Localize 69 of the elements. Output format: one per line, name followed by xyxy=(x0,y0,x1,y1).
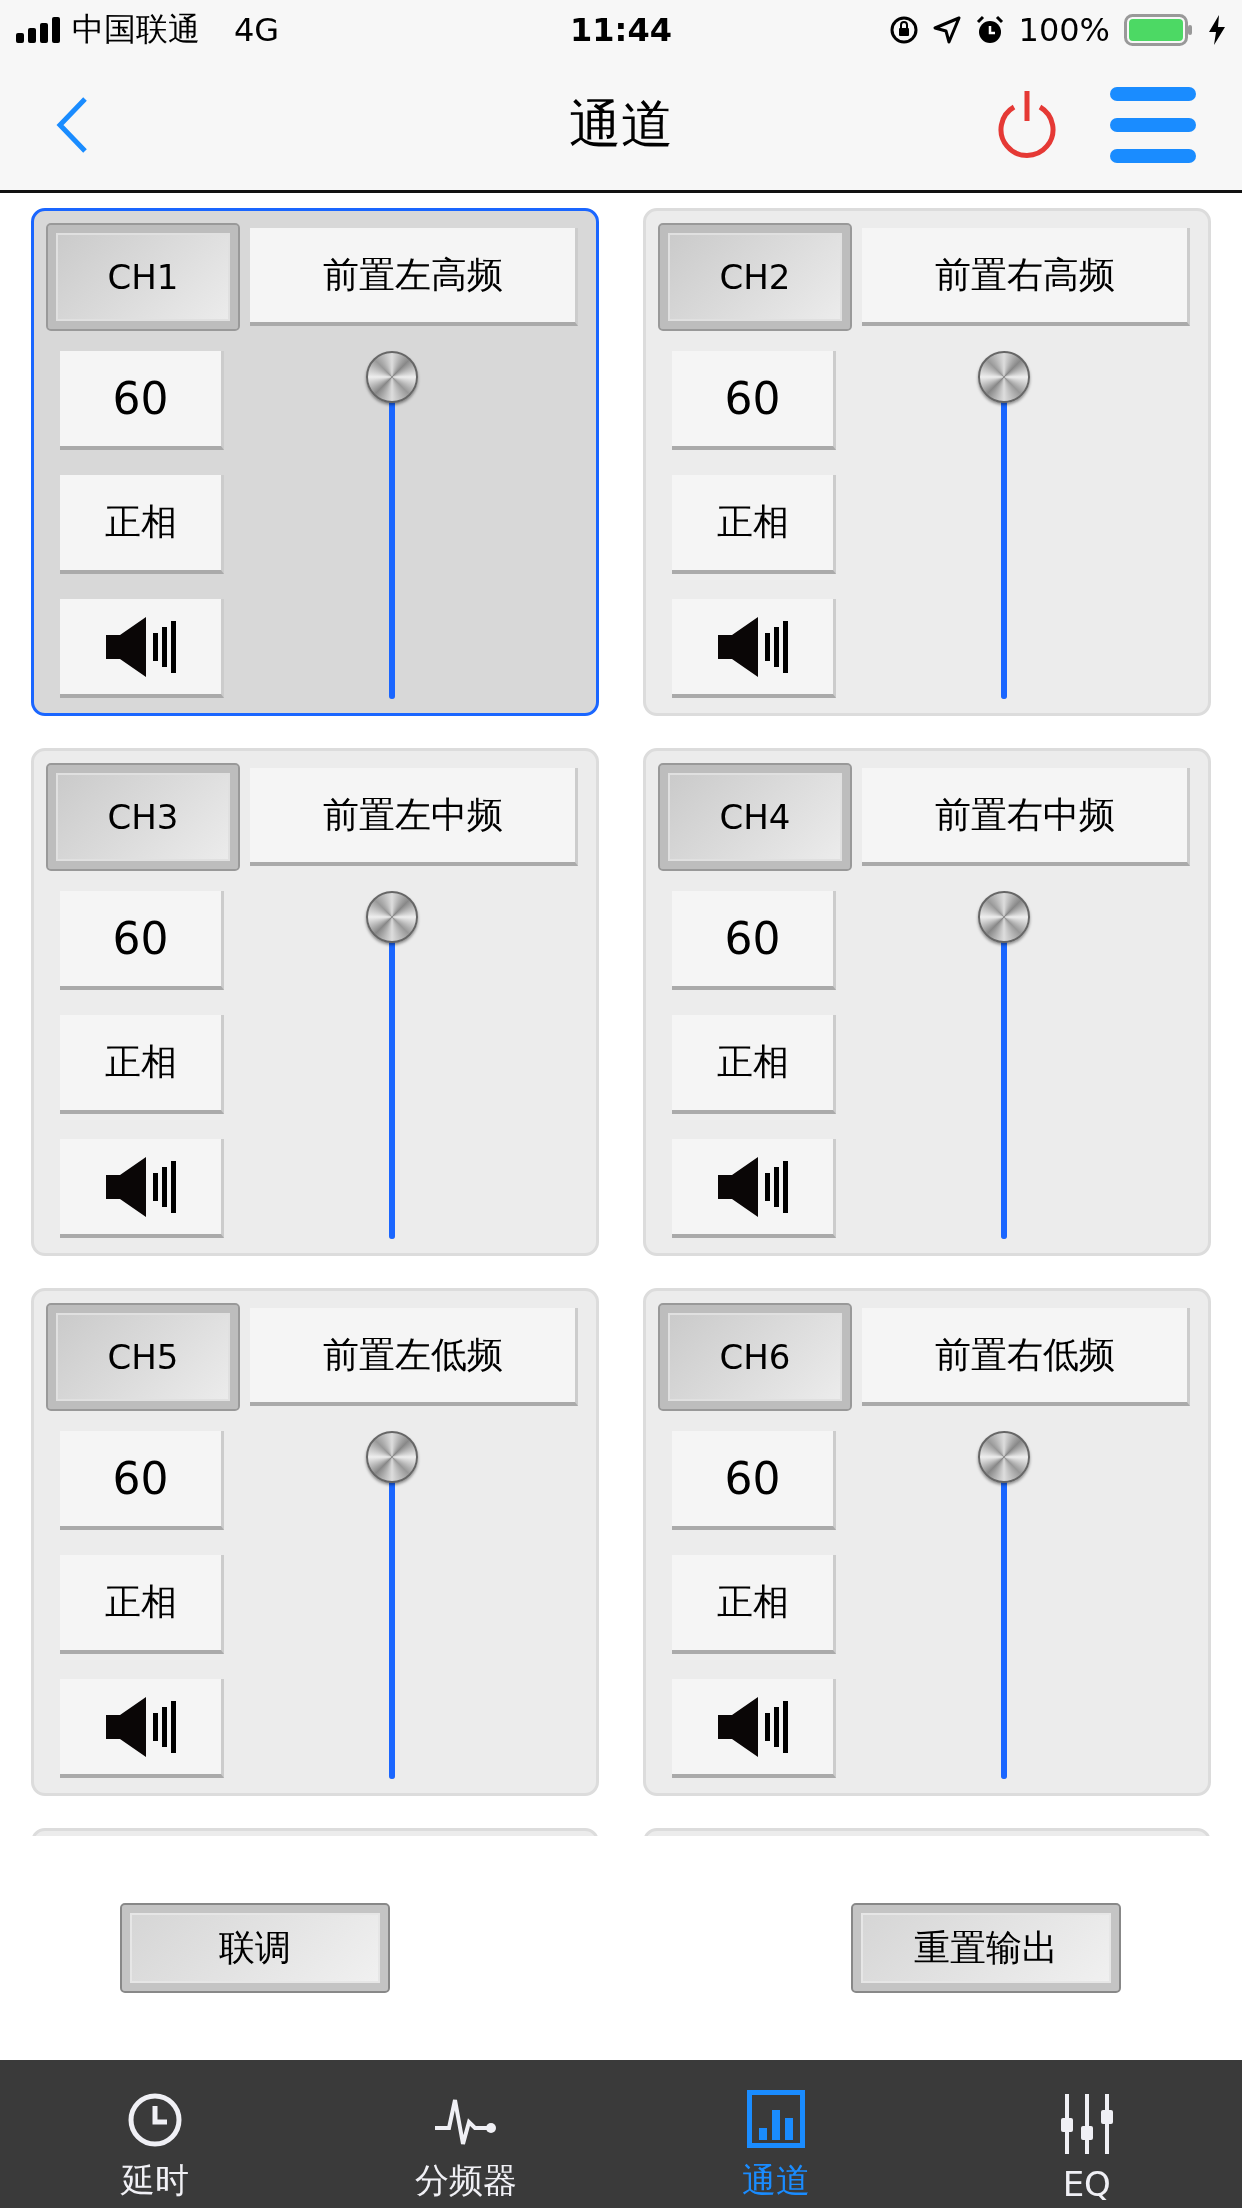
channel-card[interactable]: CH3 前置左中频 60 正相 xyxy=(31,748,599,1256)
channel-card[interactable]: CH6 前置右低频 60 正相 xyxy=(643,1288,1211,1796)
channel-button[interactable]: CH1 xyxy=(46,223,240,331)
location-icon xyxy=(932,16,961,44)
slider-thumb[interactable] xyxy=(978,891,1030,943)
tab-item[interactable]: EQ xyxy=(931,2060,1242,2208)
menu-icon[interactable] xyxy=(1110,87,1196,163)
speaker-icon xyxy=(105,1696,176,1757)
battery-icon xyxy=(1124,14,1194,46)
channel-name-button[interactable]: 前置右中频 xyxy=(862,768,1190,866)
channel-name-button[interactable]: 前置左高频 xyxy=(250,228,578,326)
carrier-name: 中国联通 xyxy=(72,9,200,50)
mute-button[interactable] xyxy=(672,1139,836,1238)
channel-name-button[interactable]: 前置左低频 xyxy=(250,1308,578,1406)
slider-thumb[interactable] xyxy=(978,1431,1030,1483)
speaker-icon xyxy=(717,1696,788,1757)
back-icon[interactable] xyxy=(55,96,89,154)
channel-card[interactable]: CH1 前置左高频 60 正相 xyxy=(31,208,599,716)
channel-name-button[interactable]: 前置右低频 xyxy=(862,1308,1190,1406)
mute-button[interactable] xyxy=(672,599,836,698)
phase-button[interactable]: 正相 xyxy=(60,1015,224,1114)
slider-thumb[interactable] xyxy=(366,891,418,943)
value-button[interactable]: 60 xyxy=(672,351,836,450)
network-type: 4G xyxy=(234,11,280,49)
tab-item[interactable]: 分频器 xyxy=(310,2060,621,2208)
value-button[interactable]: 60 xyxy=(60,1431,224,1530)
slider-thumb[interactable] xyxy=(978,351,1030,403)
channel-button[interactable]: CH6 xyxy=(658,1303,852,1411)
rotation-lock-icon xyxy=(888,15,919,45)
signal-icon xyxy=(16,17,62,43)
alarm-icon xyxy=(974,15,1005,45)
speaker-icon xyxy=(105,616,176,677)
channel-card[interactable]: CH4 前置右中频 60 正相 xyxy=(643,748,1211,1256)
mute-button[interactable] xyxy=(60,1139,224,1238)
equalizer-icon xyxy=(1059,2094,1114,2154)
speaker-icon xyxy=(717,1156,788,1217)
phase-button[interactable]: 正相 xyxy=(672,475,836,574)
channel-button[interactable]: CH5 xyxy=(46,1303,240,1411)
channel-button[interactable]: CH3 xyxy=(46,763,240,871)
action-button[interactable]: 联调 xyxy=(120,1903,390,1993)
phase-button[interactable]: 正相 xyxy=(672,1015,836,1114)
channel-button[interactable]: CH2 xyxy=(658,223,852,331)
mute-button[interactable] xyxy=(672,1679,836,1778)
channel-name-button[interactable]: 前置左中频 xyxy=(250,768,578,866)
mute-button[interactable] xyxy=(60,1679,224,1778)
channel-name-button[interactable]: 前置右高频 xyxy=(862,228,1190,326)
phase-button[interactable]: 正相 xyxy=(672,1555,836,1654)
channel-button[interactable]: CH4 xyxy=(658,763,852,871)
slider-thumb[interactable] xyxy=(366,351,418,403)
value-button[interactable]: 60 xyxy=(60,891,224,990)
charging-icon xyxy=(1208,15,1226,45)
clock-icon xyxy=(127,2092,184,2148)
value-button[interactable]: 60 xyxy=(672,891,836,990)
phase-button[interactable]: 正相 xyxy=(60,475,224,574)
bar-chart-icon xyxy=(747,2090,806,2148)
battery-percent: 100% xyxy=(1018,11,1110,49)
channel-card[interactable]: CH2 前置右高频 60 正相 xyxy=(643,208,1211,716)
channel-card[interactable]: CH5 前置左低频 60 正相 xyxy=(31,1288,599,1796)
phase-button[interactable]: 正相 xyxy=(60,1555,224,1654)
value-button[interactable]: 60 xyxy=(60,351,224,450)
status-time: 11:44 xyxy=(570,11,672,49)
speaker-icon xyxy=(717,616,788,677)
mute-button[interactable] xyxy=(60,599,224,698)
action-button[interactable]: 重置输出 xyxy=(851,1903,1121,1993)
slider-thumb[interactable] xyxy=(366,1431,418,1483)
tab-item[interactable]: 延时 xyxy=(0,2060,311,2208)
value-button[interactable]: 60 xyxy=(672,1431,836,1530)
speaker-icon xyxy=(105,1156,176,1217)
page-title: 通道 xyxy=(569,93,673,156)
